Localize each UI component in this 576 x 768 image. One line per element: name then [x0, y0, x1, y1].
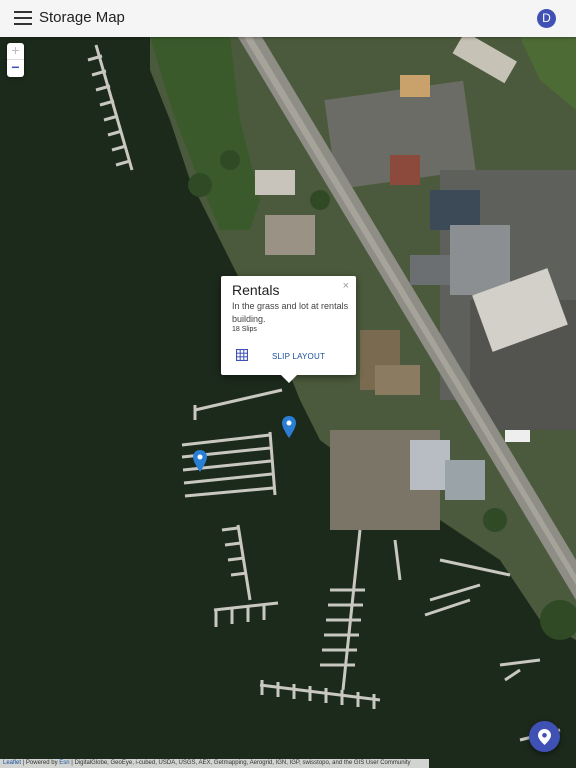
leaflet-link[interactable]: Leaflet: [3, 760, 21, 766]
app-bar: Storage Map D: [0, 0, 576, 37]
satellite-imagery: [0, 37, 576, 768]
popup-description: In the grass and lot at rentals building…: [232, 301, 349, 324]
locate-button[interactable]: [529, 721, 560, 752]
satellite-map[interactable]: [0, 37, 576, 768]
zoom-in-button[interactable]: +: [7, 43, 24, 59]
popup-title: Rentals: [232, 282, 280, 298]
marker-popup: × Rentals In the grass and lot at rental…: [221, 276, 356, 383]
attribution-sources: | DigitalGlobe, GeoEye, i-cubed, USDA, U…: [69, 760, 411, 766]
app-title: Storage Map: [39, 9, 125, 26]
zoom-control: + −: [7, 43, 24, 77]
location-pin-icon: [538, 729, 551, 745]
popup-close-icon[interactable]: ×: [343, 280, 349, 292]
map-pin-icon[interactable]: [282, 416, 296, 438]
attribution-separator: | Powered by: [21, 760, 60, 766]
grid-icon[interactable]: [236, 349, 248, 361]
slip-layout-button[interactable]: SLIP LAYOUT: [272, 352, 325, 361]
map-attribution: Leaflet | Powered by Esri | DigitalGlobe…: [0, 759, 429, 768]
esri-link[interactable]: Esri: [59, 760, 69, 766]
slip-count: 18 Slips: [232, 326, 257, 333]
map-pin-icon[interactable]: [193, 450, 207, 472]
avatar[interactable]: D: [537, 9, 556, 28]
zoom-out-button[interactable]: −: [7, 59, 24, 76]
menu-icon[interactable]: [14, 11, 32, 25]
